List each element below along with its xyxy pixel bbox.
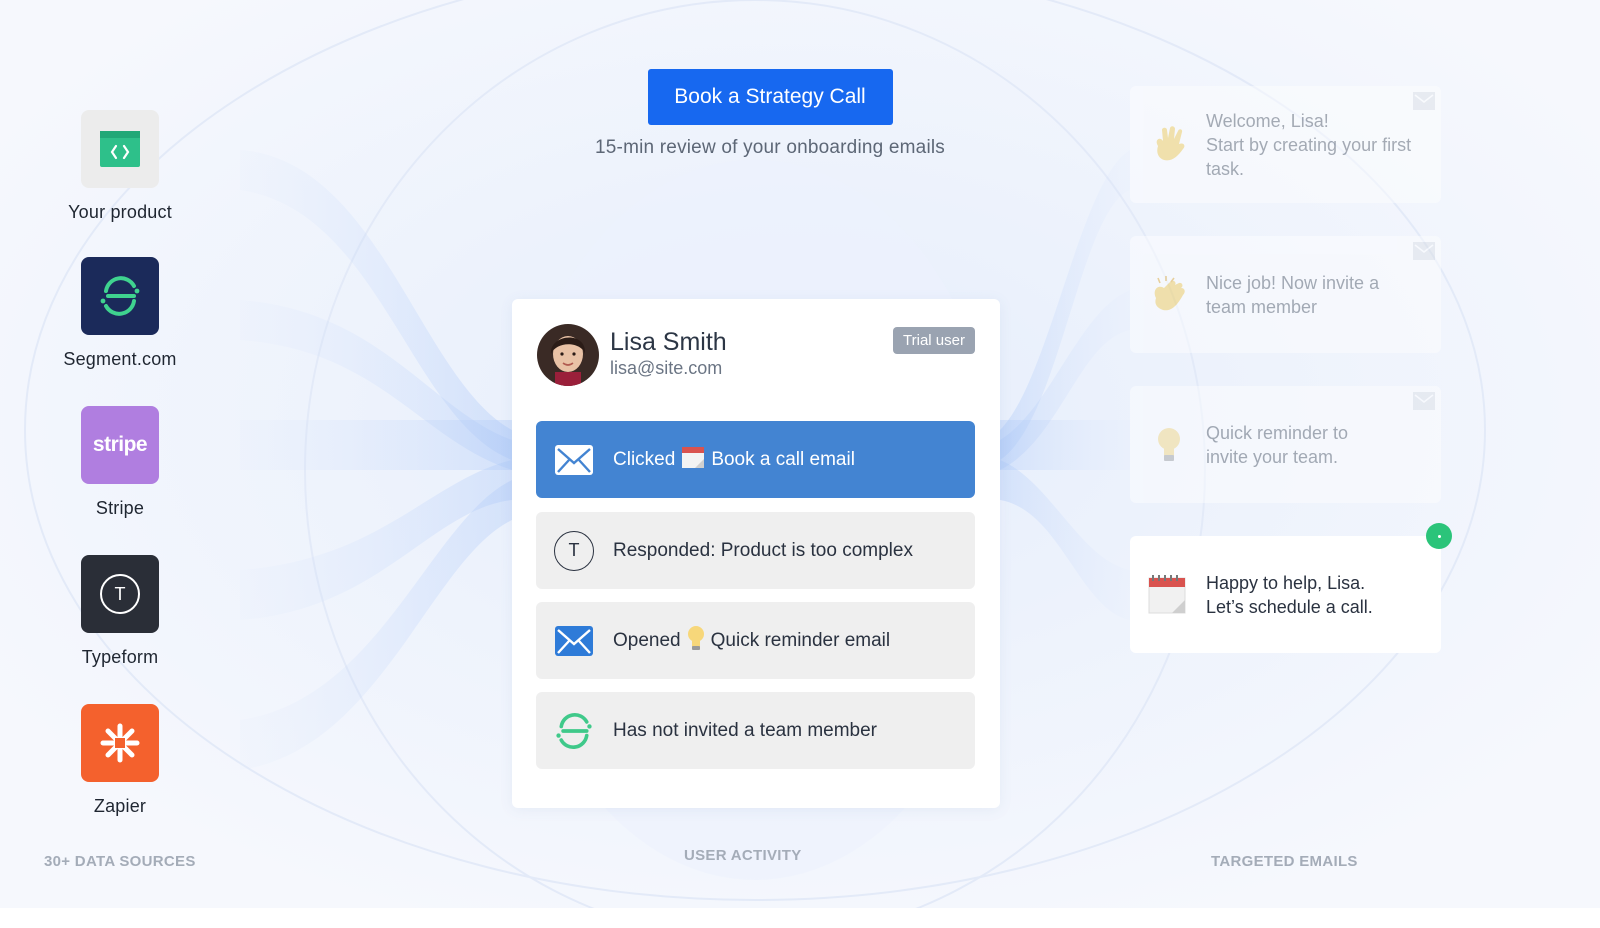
targeted-emails-caption: TARGETED EMAILS bbox=[1211, 853, 1358, 870]
source-typeform: T Typeform bbox=[0, 555, 240, 668]
source-zapier: Zapier bbox=[0, 704, 240, 817]
email-card-reminder[interactable]: Quick reminder to invite your team. bbox=[1130, 386, 1441, 503]
activity-text: Responded: Product is too complex bbox=[613, 539, 913, 561]
email-card-invite[interactable]: Nice job! Now invite a team member bbox=[1130, 236, 1441, 353]
typeform-logo-icon: T bbox=[81, 555, 159, 633]
email-card-schedule[interactable]: Happy to help, Lisa. Let’s schedule a cal… bbox=[1130, 536, 1441, 653]
mail-icon bbox=[554, 621, 594, 661]
activity-row-not-invited[interactable]: Has not invited a team member bbox=[536, 692, 975, 769]
email-sent-icon bbox=[1413, 392, 1435, 410]
source-label: Stripe bbox=[95, 498, 145, 518]
avatar bbox=[537, 324, 599, 386]
book-strategy-call-button[interactable]: Book a Strategy Call bbox=[647, 69, 893, 125]
lightbulb-icon bbox=[1148, 424, 1190, 466]
source-segment: Segment.com bbox=[0, 257, 240, 370]
activity-row-responded[interactable]: T Responded: Product is too complex bbox=[536, 512, 975, 589]
source-label: Typeform bbox=[81, 647, 159, 667]
activity-prefix: Opened bbox=[613, 629, 681, 651]
email-text: Nice job! Now invite a team member bbox=[1206, 272, 1380, 317]
email-text: Happy to help, Lisa. Let’s schedule a cal… bbox=[1206, 572, 1373, 617]
activity-row-opened[interactable]: Opened Quick reminder email bbox=[536, 602, 975, 679]
email-text: Quick reminder to invite your team. bbox=[1206, 422, 1349, 467]
status-dot bbox=[1426, 523, 1452, 549]
waving-hand-icon bbox=[1148, 124, 1190, 166]
data-sources-caption: 30+ DATA SOURCES bbox=[44, 853, 196, 870]
email-text: Welcome, Lisa! Start by creating your fir… bbox=[1206, 110, 1412, 179]
user-activity-caption: USER ACTIVITY bbox=[684, 847, 802, 864]
source-your-product: Your product bbox=[0, 110, 240, 223]
activity-text: Quick reminder email bbox=[710, 629, 891, 651]
clapping-hands-icon bbox=[1148, 274, 1190, 316]
lightbulb-icon bbox=[687, 625, 705, 657]
activity-prefix: Clicked bbox=[613, 448, 676, 470]
source-stripe: stripe Stripe bbox=[0, 406, 240, 519]
email-card-welcome[interactable]: Welcome, Lisa! Start by creating your fir… bbox=[1130, 86, 1441, 203]
code-window-icon bbox=[81, 110, 159, 188]
user-email: lisa@site.com bbox=[610, 358, 723, 378]
calendar-icon bbox=[681, 445, 705, 475]
activity-text: Book a call email bbox=[711, 448, 855, 470]
email-sent-icon bbox=[1413, 92, 1435, 110]
user-activity-card: Lisa Smith lisa@site.com Trial user Clic… bbox=[512, 299, 1000, 808]
email-sent-icon bbox=[1413, 242, 1435, 260]
user-name: Lisa Smith bbox=[610, 328, 727, 356]
segment-logo-icon bbox=[81, 257, 159, 335]
status-badge: Trial user bbox=[893, 327, 975, 354]
stripe-logo-icon: stripe bbox=[81, 406, 159, 484]
mail-icon bbox=[554, 440, 594, 480]
activity-text: Has not invited a team member bbox=[613, 719, 878, 741]
activity-row-clicked[interactable]: Clicked Book a call email bbox=[536, 421, 975, 498]
source-label: Your product bbox=[68, 202, 172, 222]
zapier-logo-icon bbox=[81, 704, 159, 782]
source-label: Segment.com bbox=[63, 349, 177, 369]
calendar-icon bbox=[1148, 574, 1190, 616]
source-label: Zapier bbox=[93, 796, 147, 816]
typeform-icon: T bbox=[554, 530, 594, 571]
segment-icon bbox=[554, 711, 594, 751]
